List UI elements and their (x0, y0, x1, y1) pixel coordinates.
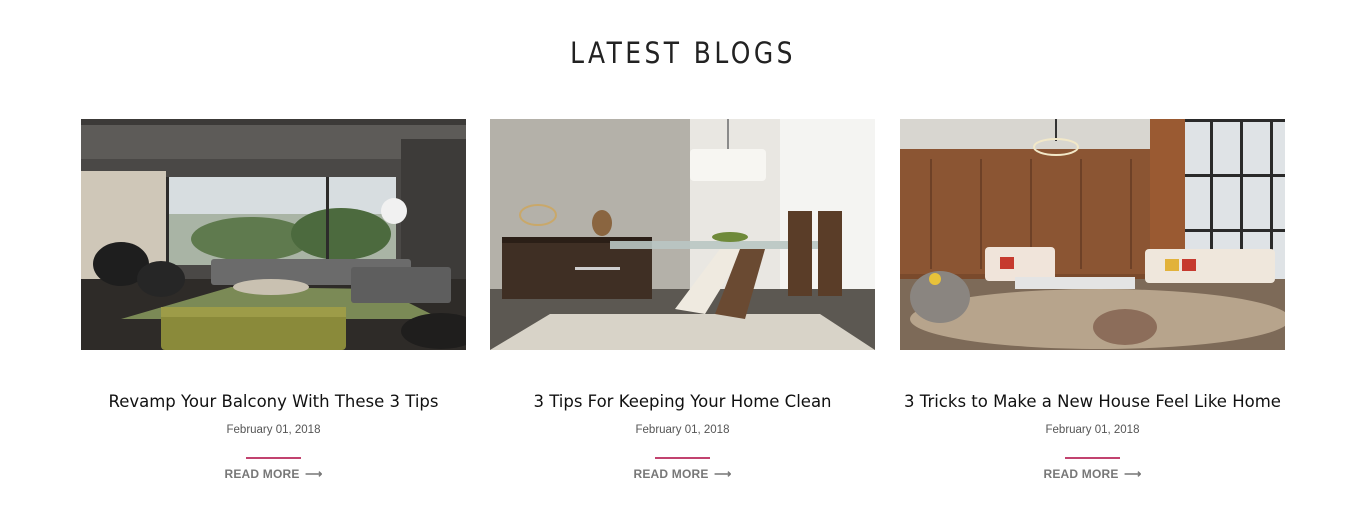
dining-room-image (490, 119, 875, 350)
arrow-right-icon: ⟶ (1124, 467, 1142, 481)
read-more-label: READ MORE (224, 467, 300, 481)
blog-card: Revamp Your Balcony With These 3 Tips Fe… (81, 119, 466, 499)
blog-card: 3 Tricks to Make a New House Feel Like H… (900, 119, 1285, 499)
blog-date: February 01, 2018 (226, 424, 321, 436)
arrow-right-icon: ⟶ (714, 467, 732, 481)
blog-title-link[interactable]: Revamp Your Balcony With These 3 Tips (81, 392, 466, 411)
blog-image-link[interactable] (81, 119, 466, 350)
blog-image-link[interactable] (900, 119, 1285, 350)
lounge-image (900, 119, 1285, 350)
read-more-link[interactable]: READ MORE ⟶ (490, 467, 875, 481)
read-more-label: READ MORE (633, 467, 709, 481)
divider (246, 457, 301, 459)
living-room-image (81, 119, 466, 350)
blog-image-link[interactable] (490, 119, 875, 350)
read-more-link[interactable]: READ MORE ⟶ (900, 467, 1285, 481)
blog-title-link[interactable]: 3 Tips For Keeping Your Home Clean (490, 392, 875, 411)
blog-date: February 01, 2018 (635, 424, 730, 436)
blog-title-link[interactable]: 3 Tricks to Make a New House Feel Like H… (900, 392, 1285, 411)
blog-card: 3 Tips For Keeping Your Home Clean Febru… (490, 119, 875, 499)
divider (1065, 457, 1120, 459)
section-title: LATEST BLOGS (570, 36, 796, 70)
blog-date: February 01, 2018 (1045, 424, 1140, 436)
arrow-right-icon: ⟶ (305, 467, 323, 481)
read-more-link[interactable]: READ MORE ⟶ (81, 467, 466, 481)
read-more-label: READ MORE (1043, 467, 1119, 481)
divider (655, 457, 710, 459)
